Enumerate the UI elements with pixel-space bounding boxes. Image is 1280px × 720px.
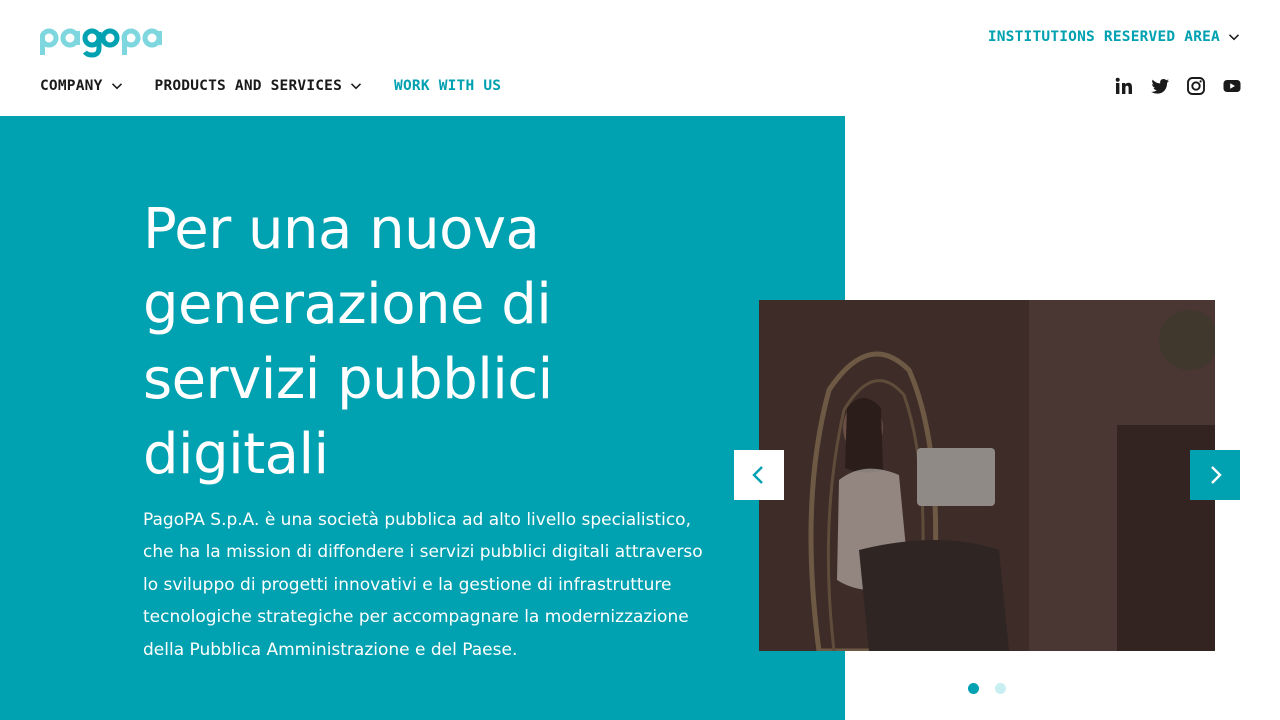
hero-section: Per una nuova generazione di servizi pub… [0,116,845,720]
carousel-next-button[interactable] [1190,450,1240,500]
reserved-area-label: INSTITUTIONS RESERVED AREA [987,29,1220,45]
chevron-down-icon [351,83,362,90]
institutions-reserved-area-link[interactable]: INSTITUTIONS RESERVED AREA [988,29,1240,45]
nav-item-products-and-services[interactable]: PRODUCTS AND SERVICES [155,76,363,96]
linkedin-icon[interactable] [1114,76,1134,96]
hero-title: Per una nuova generazione di servizi pub… [143,197,553,487]
chevron-down-icon [111,83,122,90]
twitter-icon[interactable] [1150,76,1170,96]
nav-item-work-with-us[interactable]: WORK WITH US [394,76,501,96]
site-header: INSTITUTIONS RESERVED AREA COMPANY PRODU… [0,0,1280,116]
chevron-left-icon [752,466,763,484]
nav-item-label: PRODUCTS AND SERVICES [154,78,343,94]
instagram-icon[interactable] [1186,76,1206,96]
carousel-dot-1[interactable] [968,683,979,694]
chevron-right-icon [1211,466,1222,484]
nav-item-label: WORK WITH US [394,78,502,94]
chevron-down-icon [1228,34,1240,41]
main-nav: COMPANY PRODUCTS AND SERVICES WORK WITH … [40,76,533,96]
social-links [1114,76,1242,96]
carousel-pagination [968,683,1006,694]
carousel-prev-button[interactable] [734,450,784,500]
pagopa-logo[interactable] [40,22,162,58]
hero-description: PagoPA S.p.A. è una società pubblica ad … [143,510,703,660]
nav-item-label: COMPANY [40,78,103,94]
youtube-icon[interactable] [1222,76,1242,96]
carousel-slide-image [759,300,1215,651]
carousel-dot-2[interactable] [995,683,1006,694]
nav-item-company[interactable]: COMPANY [40,76,123,96]
